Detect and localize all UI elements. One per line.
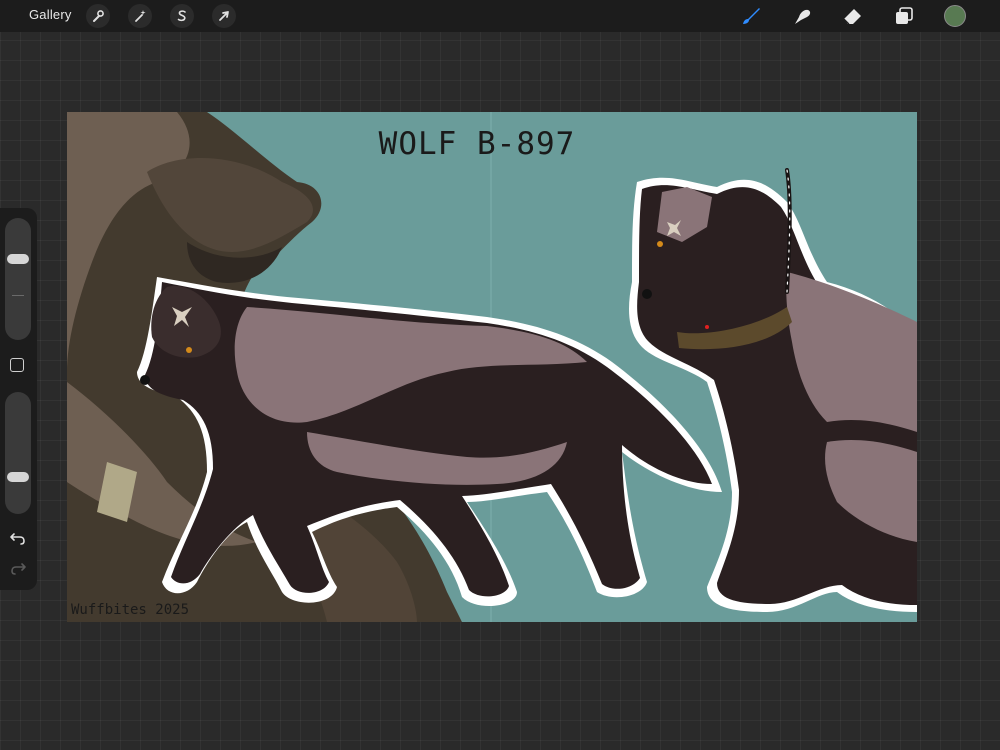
brush-icon (743, 8, 760, 24)
selection-s-icon (177, 10, 186, 22)
opacity-slider[interactable] (5, 392, 31, 514)
brush-tool-button[interactable] (738, 4, 764, 28)
eraser-icon (843, 9, 861, 25)
transform-button[interactable] (212, 4, 236, 28)
undo-button[interactable] (8, 530, 28, 548)
artwork-signature: Wuffbites 2025 (71, 602, 190, 618)
redo-button[interactable] (8, 560, 28, 578)
layers-icon (896, 7, 913, 24)
undo-arrow-icon (10, 533, 25, 545)
actions-button[interactable] (86, 4, 110, 28)
smudge-tool-button[interactable] (789, 4, 815, 28)
drawing-canvas[interactable]: WOLF B-897 Wuffbites 2025 (67, 112, 917, 622)
modify-button[interactable] (10, 358, 24, 372)
color-swatch-button[interactable] (944, 5, 966, 27)
artwork-title-text: WOLF B-897 (67, 126, 917, 162)
left-sidebar (0, 208, 37, 590)
layers-button[interactable] (891, 4, 917, 28)
top-toolbar: Gallery (0, 0, 1000, 32)
sitting-wolf-figure (629, 168, 917, 612)
gallery-button[interactable]: Gallery (29, 7, 72, 22)
eraser-tool-button[interactable] (840, 4, 866, 28)
arrow-cursor-icon (219, 11, 229, 21)
slider-tick (12, 295, 24, 296)
wrench-icon (93, 10, 104, 22)
brush-size-slider-knob[interactable] (7, 254, 29, 264)
redo-arrow-icon (11, 563, 26, 575)
artwork-title: WOLF B-897 (378, 126, 576, 162)
adjustments-button[interactable] (128, 4, 152, 28)
brush-size-slider[interactable] (5, 218, 31, 340)
artwork-illustration (67, 112, 917, 622)
opacity-slider-knob[interactable] (7, 472, 29, 482)
selection-button[interactable] (170, 4, 194, 28)
magic-wand-icon (135, 10, 146, 22)
smudge-finger-icon (795, 9, 811, 24)
